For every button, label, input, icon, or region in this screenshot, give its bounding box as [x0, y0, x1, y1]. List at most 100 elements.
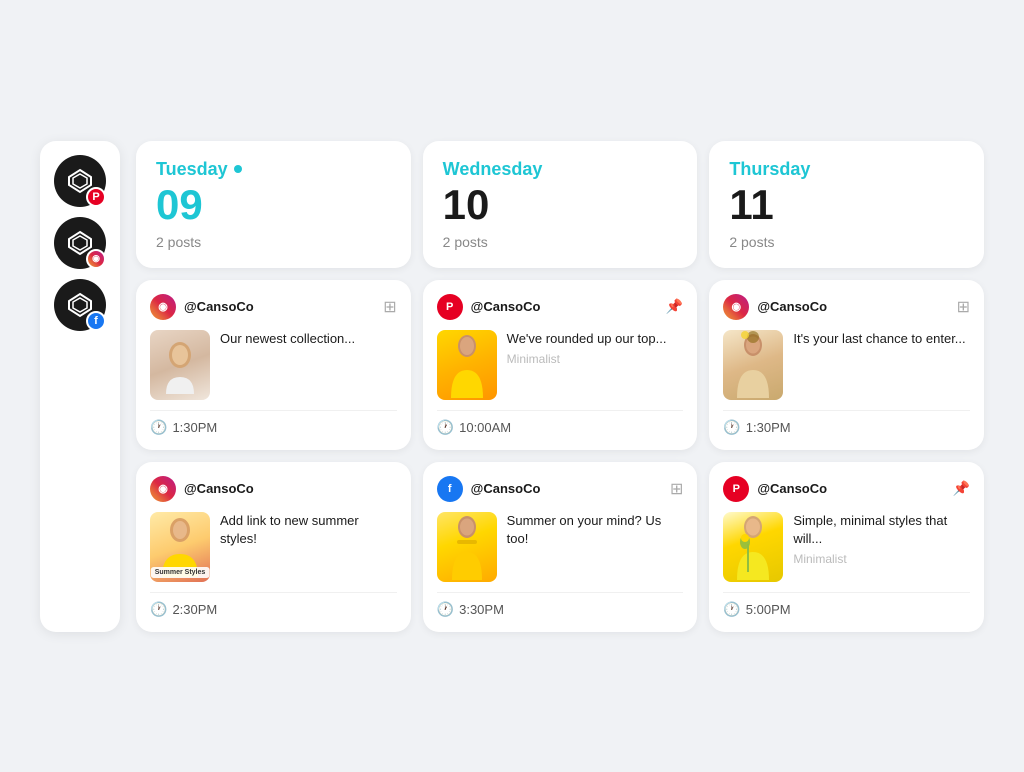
thumbnail-wed-1: [437, 330, 497, 400]
instagram-badge-tue-2: ◉: [150, 476, 176, 502]
post-time-wed-1: 🕐 10:00AM: [437, 410, 684, 436]
pin-icon-thu-2[interactable]: 📌: [953, 480, 970, 497]
post-header-tue-2: ◉ @CansoCo: [150, 476, 397, 502]
grid-icon-tue-1[interactable]: ⊞: [383, 297, 396, 317]
day-column-tuesday: Tuesday 09 2 posts ◉ @CansoCo ⊞: [136, 141, 411, 632]
post-account-thu-1: ◉ @CansoCo: [723, 294, 827, 320]
post-text-tue-1: Our newest collection...: [220, 330, 397, 348]
time-value-wed-2: 3:30PM: [459, 602, 504, 617]
person-svg-thu-1: [723, 330, 783, 400]
day-column-wednesday: Wednesday 10 2 posts P @CansoCo 📌: [423, 141, 698, 632]
day-name-tuesday: Tuesday: [156, 159, 391, 180]
person-svg-thu-2: [723, 512, 783, 582]
post-text-thu-1: It's your last chance to enter...: [793, 330, 970, 348]
facebook-icon-wed-2: f: [448, 483, 452, 495]
post-time-wed-2: 🕐 3:30PM: [437, 592, 684, 618]
badge-instagram-1: ◉: [86, 249, 106, 269]
sidebar-item-0[interactable]: P: [54, 155, 106, 207]
post-header-tue-1: ◉ @CansoCo ⊞: [150, 294, 397, 320]
pinterest-icon-wed-1: P: [446, 301, 453, 313]
tuesday-dot: [234, 165, 242, 173]
sidebar-item-2[interactable]: f: [54, 279, 106, 331]
thursday-label: Thursday: [729, 159, 810, 180]
post-text-thu-2: Simple, minimal styles that will...: [793, 512, 970, 548]
wednesday-posts-count: 2 posts: [443, 234, 678, 250]
sidebar-item-1[interactable]: ◉: [54, 217, 106, 269]
post-content-wed-1: We've rounded up our top... Minimalist: [507, 330, 684, 366]
day-name-wednesday: Wednesday: [443, 159, 678, 180]
post-account-wed-2: f @CansoCo: [437, 476, 541, 502]
pinterest-p-icon: P: [92, 191, 99, 203]
post-account-wed-1: P @CansoCo: [437, 294, 541, 320]
post-time-tue-2: 🕐 2:30PM: [150, 592, 397, 618]
post-header-wed-2: f @CansoCo ⊞: [437, 476, 684, 502]
post-header-wed-1: P @CansoCo 📌: [437, 294, 684, 320]
post-content-thu-2: Simple, minimal styles that will... Mini…: [793, 512, 970, 566]
post-tag-wed-1: Minimalist: [507, 352, 684, 366]
post-card-thu-2[interactable]: P @CansoCo 📌: [709, 462, 984, 632]
badge-facebook-2: f: [86, 311, 106, 331]
calendar-area: Tuesday 09 2 posts ◉ @CansoCo ⊞: [136, 141, 984, 632]
post-body-wed-2: Summer on your mind? Us too!: [437, 512, 684, 582]
day-header-tuesday: Tuesday 09 2 posts: [136, 141, 411, 268]
facebook-badge-wed-2: f: [437, 476, 463, 502]
post-card-tue-2[interactable]: ◉ @CansoCo Summer Styles: [136, 462, 411, 632]
post-card-thu-1[interactable]: ◉ @CansoCo ⊞: [709, 280, 984, 450]
post-tag-thu-2: Minimalist: [793, 552, 970, 566]
instagram-badge-tue-1: ◉: [150, 294, 176, 320]
tuesday-number: 09: [156, 184, 391, 226]
post-content-tue-1: Our newest collection...: [220, 330, 397, 352]
post-card-tue-1[interactable]: ◉ @CansoCo ⊞: [136, 280, 411, 450]
grid-icon-wed-2[interactable]: ⊞: [670, 479, 683, 499]
clock-icon-thu-2: 🕐: [723, 601, 740, 618]
facebook-f-icon: f: [94, 315, 98, 327]
day-header-thursday: Thursday 11 2 posts: [709, 141, 984, 268]
post-time-thu-1: 🕐 1:30PM: [723, 410, 970, 436]
post-time-thu-2: 🕐 5:00PM: [723, 592, 970, 618]
clock-icon-thu-1: 🕐: [723, 419, 740, 436]
thursday-posts-count: 2 posts: [729, 234, 964, 250]
account-name-tue-2: @CansoCo: [184, 481, 254, 496]
thumbnail-thu-1: [723, 330, 783, 400]
wednesday-label: Wednesday: [443, 159, 543, 180]
grid-icon-thu-1[interactable]: ⊞: [957, 297, 970, 317]
clock-icon-wed-2: 🕐: [437, 601, 454, 618]
post-text-tue-2: Add link to new summer styles!: [220, 512, 397, 548]
pinterest-icon-thu-2: P: [733, 483, 740, 495]
thursday-number: 11: [729, 184, 964, 226]
time-value-thu-1: 1:30PM: [746, 420, 791, 435]
day-name-thursday: Thursday: [729, 159, 964, 180]
time-value-tue-1: 1:30PM: [172, 420, 217, 435]
pinterest-badge-thu-2: P: [723, 476, 749, 502]
person-svg-wed-1: [437, 330, 497, 400]
time-value-wed-1: 10:00AM: [459, 420, 511, 435]
post-body-tue-1: Our newest collection...: [150, 330, 397, 400]
thumbnail-tue-2: Summer Styles: [150, 512, 210, 582]
thumbnail-tue-1: [150, 330, 210, 400]
instagram-icon-tue-2: ◉: [158, 482, 168, 495]
person-svg-tue-1: [158, 339, 202, 399]
thumbnail-wed-2: [437, 512, 497, 582]
account-name-wed-2: @CansoCo: [471, 481, 541, 496]
wednesday-number: 10: [443, 184, 678, 226]
post-card-wed-1[interactable]: P @CansoCo 📌 We've: [423, 280, 698, 450]
post-body-wed-1: We've rounded up our top... Minimalist: [437, 330, 684, 400]
post-content-thu-1: It's your last chance to enter...: [793, 330, 970, 352]
post-card-wed-2[interactable]: f @CansoCo ⊞: [423, 462, 698, 632]
badge-pinterest-0: P: [86, 187, 106, 207]
account-name-thu-2: @CansoCo: [757, 481, 827, 496]
post-content-wed-2: Summer on your mind? Us too!: [507, 512, 684, 552]
post-body-thu-1: It's your last chance to enter...: [723, 330, 970, 400]
person-svg-wed-2: [437, 512, 497, 582]
post-text-wed-2: Summer on your mind? Us too!: [507, 512, 684, 548]
time-value-tue-2: 2:30PM: [172, 602, 217, 617]
pin-icon-wed-1[interactable]: 📌: [666, 298, 683, 315]
clock-icon-tue-2: 🕐: [150, 601, 167, 618]
post-header-thu-1: ◉ @CansoCo ⊞: [723, 294, 970, 320]
post-account-tue-2: ◉ @CansoCo: [150, 476, 254, 502]
post-account-tue-1: ◉ @CansoCo: [150, 294, 254, 320]
instagram-icon-tue-1: ◉: [158, 300, 168, 313]
clock-icon-wed-1: 🕐: [437, 419, 454, 436]
post-content-tue-2: Add link to new summer styles!: [220, 512, 397, 552]
post-body-thu-2: Simple, minimal styles that will... Mini…: [723, 512, 970, 582]
